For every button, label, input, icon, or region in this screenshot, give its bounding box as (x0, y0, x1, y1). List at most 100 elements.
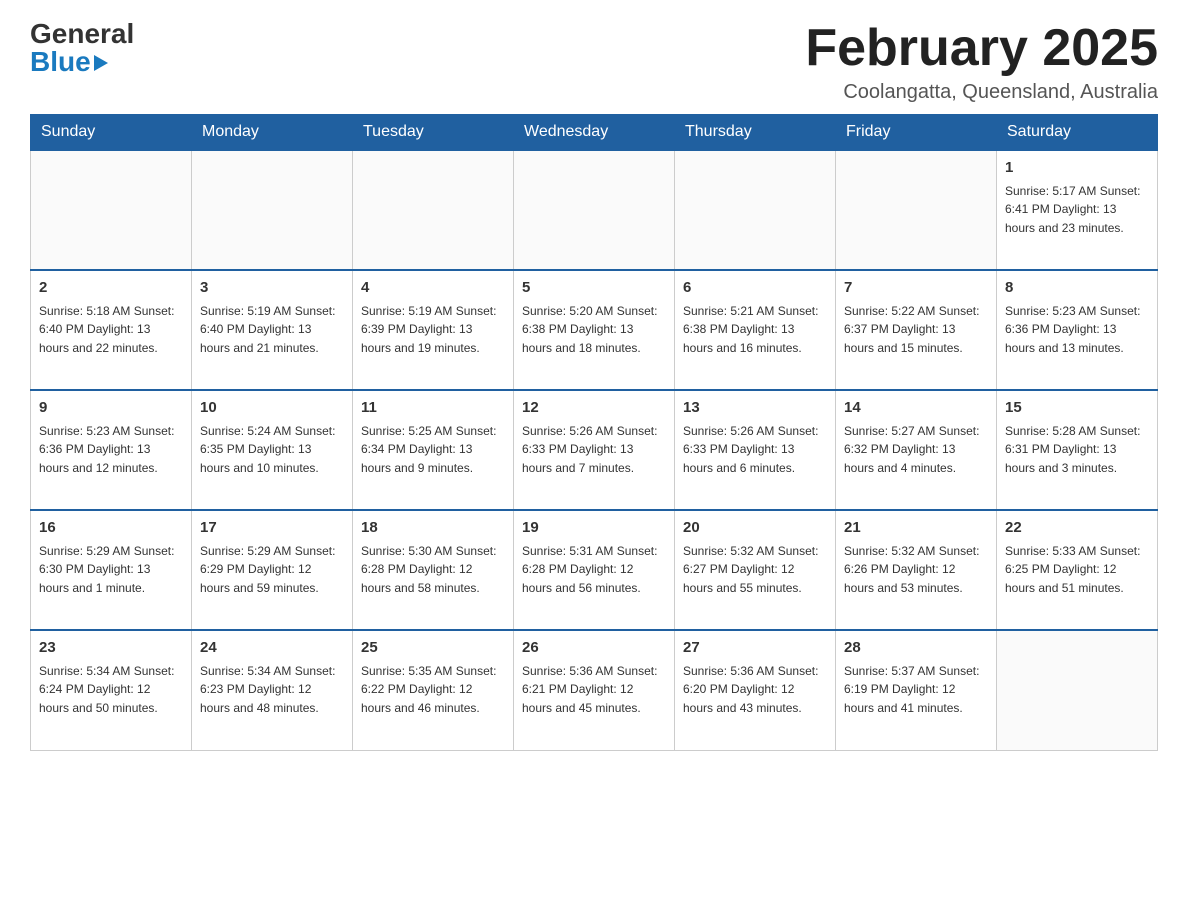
day-info: Sunrise: 5:19 AM Sunset: 6:39 PM Dayligh… (361, 302, 505, 358)
day-info: Sunrise: 5:26 AM Sunset: 6:33 PM Dayligh… (522, 422, 666, 478)
day-number: 8 (1005, 277, 1149, 300)
day-number: 22 (1005, 517, 1149, 540)
calendar-cell: 3Sunrise: 5:19 AM Sunset: 6:40 PM Daylig… (192, 270, 353, 390)
month-title: February 2025 (805, 20, 1158, 77)
calendar-cell: 25Sunrise: 5:35 AM Sunset: 6:22 PM Dayli… (353, 630, 514, 750)
week-row-2: 2Sunrise: 5:18 AM Sunset: 6:40 PM Daylig… (31, 270, 1158, 390)
day-info: Sunrise: 5:33 AM Sunset: 6:25 PM Dayligh… (1005, 542, 1149, 598)
title-area: February 2025 Coolangatta, Queensland, A… (805, 20, 1158, 104)
day-info: Sunrise: 5:36 AM Sunset: 6:21 PM Dayligh… (522, 662, 666, 718)
calendar-cell: 11Sunrise: 5:25 AM Sunset: 6:34 PM Dayli… (353, 390, 514, 510)
calendar-body: 1Sunrise: 5:17 AM Sunset: 6:41 PM Daylig… (31, 150, 1158, 750)
weekday-header-friday: Friday (836, 115, 997, 151)
day-number: 16 (39, 517, 183, 540)
day-info: Sunrise: 5:18 AM Sunset: 6:40 PM Dayligh… (39, 302, 183, 358)
day-number: 6 (683, 277, 827, 300)
day-info: Sunrise: 5:31 AM Sunset: 6:28 PM Dayligh… (522, 542, 666, 598)
weekday-header-wednesday: Wednesday (514, 115, 675, 151)
calendar-cell: 18Sunrise: 5:30 AM Sunset: 6:28 PM Dayli… (353, 510, 514, 630)
calendar-cell: 24Sunrise: 5:34 AM Sunset: 6:23 PM Dayli… (192, 630, 353, 750)
day-number: 19 (522, 517, 666, 540)
day-info: Sunrise: 5:20 AM Sunset: 6:38 PM Dayligh… (522, 302, 666, 358)
day-info: Sunrise: 5:27 AM Sunset: 6:32 PM Dayligh… (844, 422, 988, 478)
week-row-3: 9Sunrise: 5:23 AM Sunset: 6:36 PM Daylig… (31, 390, 1158, 510)
calendar-cell (997, 630, 1158, 750)
calendar-cell: 23Sunrise: 5:34 AM Sunset: 6:24 PM Dayli… (31, 630, 192, 750)
calendar-cell (514, 150, 675, 270)
calendar-cell: 6Sunrise: 5:21 AM Sunset: 6:38 PM Daylig… (675, 270, 836, 390)
day-number: 18 (361, 517, 505, 540)
day-number: 2 (39, 277, 183, 300)
calendar-cell: 15Sunrise: 5:28 AM Sunset: 6:31 PM Dayli… (997, 390, 1158, 510)
week-row-4: 16Sunrise: 5:29 AM Sunset: 6:30 PM Dayli… (31, 510, 1158, 630)
calendar-cell: 26Sunrise: 5:36 AM Sunset: 6:21 PM Dayli… (514, 630, 675, 750)
calendar-header: SundayMondayTuesdayWednesdayThursdayFrid… (31, 115, 1158, 151)
calendar-cell (836, 150, 997, 270)
day-info: Sunrise: 5:28 AM Sunset: 6:31 PM Dayligh… (1005, 422, 1149, 478)
day-info: Sunrise: 5:35 AM Sunset: 6:22 PM Dayligh… (361, 662, 505, 718)
calendar-cell: 28Sunrise: 5:37 AM Sunset: 6:19 PM Dayli… (836, 630, 997, 750)
logo-general: General (30, 20, 134, 48)
day-number: 1 (1005, 157, 1149, 180)
day-number: 7 (844, 277, 988, 300)
calendar-cell: 14Sunrise: 5:27 AM Sunset: 6:32 PM Dayli… (836, 390, 997, 510)
day-number: 20 (683, 517, 827, 540)
day-number: 21 (844, 517, 988, 540)
day-info: Sunrise: 5:37 AM Sunset: 6:19 PM Dayligh… (844, 662, 988, 718)
calendar-cell (192, 150, 353, 270)
day-info: Sunrise: 5:23 AM Sunset: 6:36 PM Dayligh… (39, 422, 183, 478)
day-number: 3 (200, 277, 344, 300)
day-number: 9 (39, 397, 183, 420)
day-info: Sunrise: 5:36 AM Sunset: 6:20 PM Dayligh… (683, 662, 827, 718)
calendar-cell: 10Sunrise: 5:24 AM Sunset: 6:35 PM Dayli… (192, 390, 353, 510)
day-info: Sunrise: 5:24 AM Sunset: 6:35 PM Dayligh… (200, 422, 344, 478)
logo-arrow-icon (94, 55, 108, 71)
calendar-cell: 5Sunrise: 5:20 AM Sunset: 6:38 PM Daylig… (514, 270, 675, 390)
day-info: Sunrise: 5:17 AM Sunset: 6:41 PM Dayligh… (1005, 182, 1149, 238)
location-label: Coolangatta, Queensland, Australia (805, 81, 1158, 104)
calendar-cell (353, 150, 514, 270)
day-number: 14 (844, 397, 988, 420)
weekday-header-monday: Monday (192, 115, 353, 151)
day-info: Sunrise: 5:21 AM Sunset: 6:38 PM Dayligh… (683, 302, 827, 358)
day-info: Sunrise: 5:29 AM Sunset: 6:29 PM Dayligh… (200, 542, 344, 598)
logo-blue: Blue (30, 48, 91, 76)
calendar-cell: 21Sunrise: 5:32 AM Sunset: 6:26 PM Dayli… (836, 510, 997, 630)
calendar-cell: 7Sunrise: 5:22 AM Sunset: 6:37 PM Daylig… (836, 270, 997, 390)
calendar-cell (31, 150, 192, 270)
calendar-cell: 9Sunrise: 5:23 AM Sunset: 6:36 PM Daylig… (31, 390, 192, 510)
day-info: Sunrise: 5:23 AM Sunset: 6:36 PM Dayligh… (1005, 302, 1149, 358)
weekday-header-sunday: Sunday (31, 115, 192, 151)
logo: General Blue (30, 20, 134, 76)
day-number: 23 (39, 637, 183, 660)
day-number: 4 (361, 277, 505, 300)
day-number: 15 (1005, 397, 1149, 420)
day-number: 28 (844, 637, 988, 660)
day-info: Sunrise: 5:34 AM Sunset: 6:23 PM Dayligh… (200, 662, 344, 718)
calendar-cell: 16Sunrise: 5:29 AM Sunset: 6:30 PM Dayli… (31, 510, 192, 630)
calendar-cell: 27Sunrise: 5:36 AM Sunset: 6:20 PM Dayli… (675, 630, 836, 750)
day-number: 27 (683, 637, 827, 660)
day-info: Sunrise: 5:29 AM Sunset: 6:30 PM Dayligh… (39, 542, 183, 598)
day-number: 10 (200, 397, 344, 420)
day-number: 25 (361, 637, 505, 660)
day-number: 13 (683, 397, 827, 420)
day-info: Sunrise: 5:34 AM Sunset: 6:24 PM Dayligh… (39, 662, 183, 718)
day-number: 26 (522, 637, 666, 660)
day-number: 5 (522, 277, 666, 300)
calendar-cell: 4Sunrise: 5:19 AM Sunset: 6:39 PM Daylig… (353, 270, 514, 390)
day-number: 24 (200, 637, 344, 660)
week-row-5: 23Sunrise: 5:34 AM Sunset: 6:24 PM Dayli… (31, 630, 1158, 750)
calendar-cell: 8Sunrise: 5:23 AM Sunset: 6:36 PM Daylig… (997, 270, 1158, 390)
calendar-table: SundayMondayTuesdayWednesdayThursdayFrid… (30, 114, 1158, 751)
calendar-cell (675, 150, 836, 270)
calendar-cell: 12Sunrise: 5:26 AM Sunset: 6:33 PM Dayli… (514, 390, 675, 510)
day-info: Sunrise: 5:32 AM Sunset: 6:26 PM Dayligh… (844, 542, 988, 598)
day-info: Sunrise: 5:25 AM Sunset: 6:34 PM Dayligh… (361, 422, 505, 478)
calendar-cell: 1Sunrise: 5:17 AM Sunset: 6:41 PM Daylig… (997, 150, 1158, 270)
day-info: Sunrise: 5:22 AM Sunset: 6:37 PM Dayligh… (844, 302, 988, 358)
day-info: Sunrise: 5:30 AM Sunset: 6:28 PM Dayligh… (361, 542, 505, 598)
calendar-cell: 2Sunrise: 5:18 AM Sunset: 6:40 PM Daylig… (31, 270, 192, 390)
weekday-header-thursday: Thursday (675, 115, 836, 151)
weekday-header-tuesday: Tuesday (353, 115, 514, 151)
